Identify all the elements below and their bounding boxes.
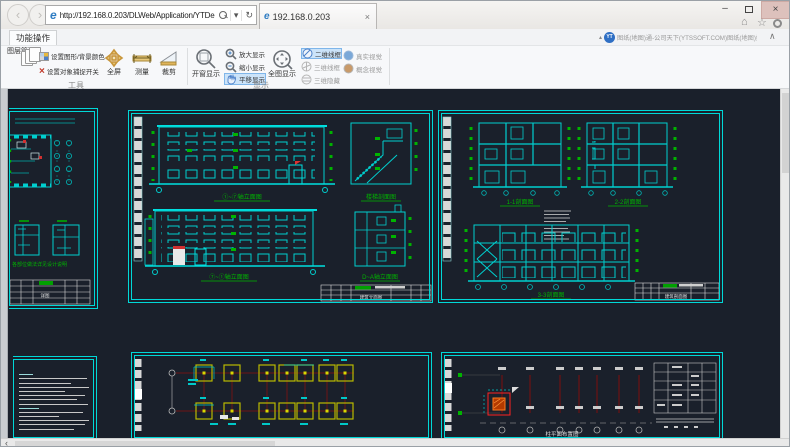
close-icon: × — [773, 4, 779, 15]
collapse-ribbon-icon[interactable]: ∧ — [769, 31, 776, 42]
settings-gear-icon[interactable] — [773, 19, 782, 28]
home-icon[interactable]: ⌂ — [741, 16, 748, 28]
minimize-icon: – — [722, 3, 728, 14]
sheet-elevations: ①~⑦轴立面图 楼梯剖面图 — [128, 110, 433, 303]
ribbon-tab-operations[interactable]: 功能操作 — [9, 30, 57, 45]
visual-style-2d-wireframe[interactable]: 二维线框 — [301, 48, 342, 59]
measure-button[interactable]: 测量 — [129, 47, 155, 87]
vertical-scrollbar[interactable] — [780, 89, 790, 438]
back-icon: ‹ — [16, 7, 20, 22]
cad-canvas[interactable]: 各部位做法详见设计说明 详图 — [1, 89, 780, 438]
clip-wedge-icon — [158, 48, 180, 68]
page-icon: e — [46, 8, 60, 22]
sheet-column-plan: 柱平面布置图 — [441, 352, 723, 438]
set-bg-color-button[interactable]: 设置图形/背景颜色 — [39, 50, 105, 62]
minimize-button[interactable]: – — [713, 1, 737, 19]
sheet-notes — [13, 356, 97, 438]
forward-icon: › — [38, 7, 42, 22]
palette-icon — [39, 52, 49, 61]
window-zoom-button[interactable]: 开窗显示 — [191, 47, 221, 87]
horizontal-scrollbar[interactable]: ‹ — [1, 438, 790, 447]
realistic-sphere-icon — [343, 50, 354, 61]
zoom-in-icon — [225, 48, 237, 60]
zoom-out-button[interactable]: 缩小显示 — [225, 61, 265, 73]
zoom-out-icon — [225, 61, 237, 73]
visual-style-conceptual[interactable]: 概念视觉 — [343, 63, 382, 74]
browser-window: ‹ › e http://192.168.0.203/DLWeb/Applica… — [0, 0, 790, 447]
zoom-in-button[interactable]: 放大显示 — [225, 48, 265, 60]
sheet-foundation-plan — [131, 352, 432, 438]
set-osnap-button[interactable]: × 设置对象捕捉开关 — [39, 65, 99, 77]
back-button[interactable]: ‹ — [7, 4, 29, 26]
sheet-sections: 1-1剖面图 — [438, 110, 723, 303]
yt-logo-icon: YT — [604, 32, 615, 43]
sheet-plan-details: 各部位做法详见设计说明 详图 — [9, 108, 98, 309]
search-icon[interactable] — [219, 11, 228, 20]
favorites-icon[interactable]: ☆ — [757, 16, 767, 29]
wireframe-2d-icon — [302, 48, 313, 59]
zoom-extents-icon — [271, 48, 293, 70]
visual-style-realistic[interactable]: 真实视觉 — [343, 50, 382, 61]
watermark-triangle-icon: ▴ — [599, 34, 602, 41]
horizontal-scrollbar-thumb[interactable] — [15, 441, 275, 447]
visual-style-3d-hidden[interactable]: 三维隐藏 — [301, 74, 340, 85]
ribbon-body: 图层管理 设置图形/背景颜色 × 设置对象捕捉开关 全屏 — [1, 45, 790, 88]
layer-manager-button[interactable]: 图层管理 — [6, 47, 36, 87]
canvas-left-edge — [1, 89, 8, 438]
fullscreen-arrows-icon — [104, 48, 124, 68]
url-text[interactable]: http://192.168.0.203/DLWeb/Application/Y… — [60, 11, 217, 20]
close-tab-icon[interactable]: × — [359, 12, 376, 22]
chevron-down-icon[interactable]: ▾ — [230, 10, 242, 21]
tab-favicon: e — [260, 11, 273, 22]
refresh-icon[interactable]: ↻ — [241, 10, 256, 21]
browser-tab[interactable]: e 192.168.0.203 × — [259, 3, 377, 29]
wireframe-3d-icon — [301, 61, 312, 72]
ribbon: 功能操作 ▴ YT 图纸(地图)通-公司天下(YTSSOFT.COM)图纸(地图… — [1, 29, 790, 89]
hidden-3d-icon — [301, 74, 312, 85]
osnap-x-icon: × — [39, 66, 45, 77]
window-zoom-magnifier-icon — [195, 48, 217, 70]
browser-titlebar: ‹ › e http://192.168.0.203/DLWeb/Applica… — [1, 1, 790, 29]
maximize-icon — [745, 6, 753, 13]
visual-style-3d-wireframe[interactable]: 三维线框 — [301, 61, 340, 72]
watermark: ▴ YT 图纸(地图)通-公司天下(YTSSOFT.COM)图纸(地图)控件-试… — [599, 31, 787, 44]
notes-text-lines — [13, 371, 93, 430]
vertical-scrollbar-thumb[interactable] — [782, 93, 790, 173]
watermark-text: 图纸(地图)通-公司天下(YTSSOFT.COM)图纸(地图)控件-试用版 — [617, 33, 757, 42]
conceptual-sphere-icon — [343, 63, 354, 74]
clip-button[interactable]: 裁剪 — [157, 47, 181, 87]
scroll-left-icon[interactable]: ‹ — [5, 438, 8, 447]
tab-title: 192.168.0.203 — [273, 12, 359, 22]
address-bar[interactable]: e http://192.168.0.203/DLWeb/Application… — [45, 5, 257, 25]
ruler-icon — [131, 48, 153, 68]
